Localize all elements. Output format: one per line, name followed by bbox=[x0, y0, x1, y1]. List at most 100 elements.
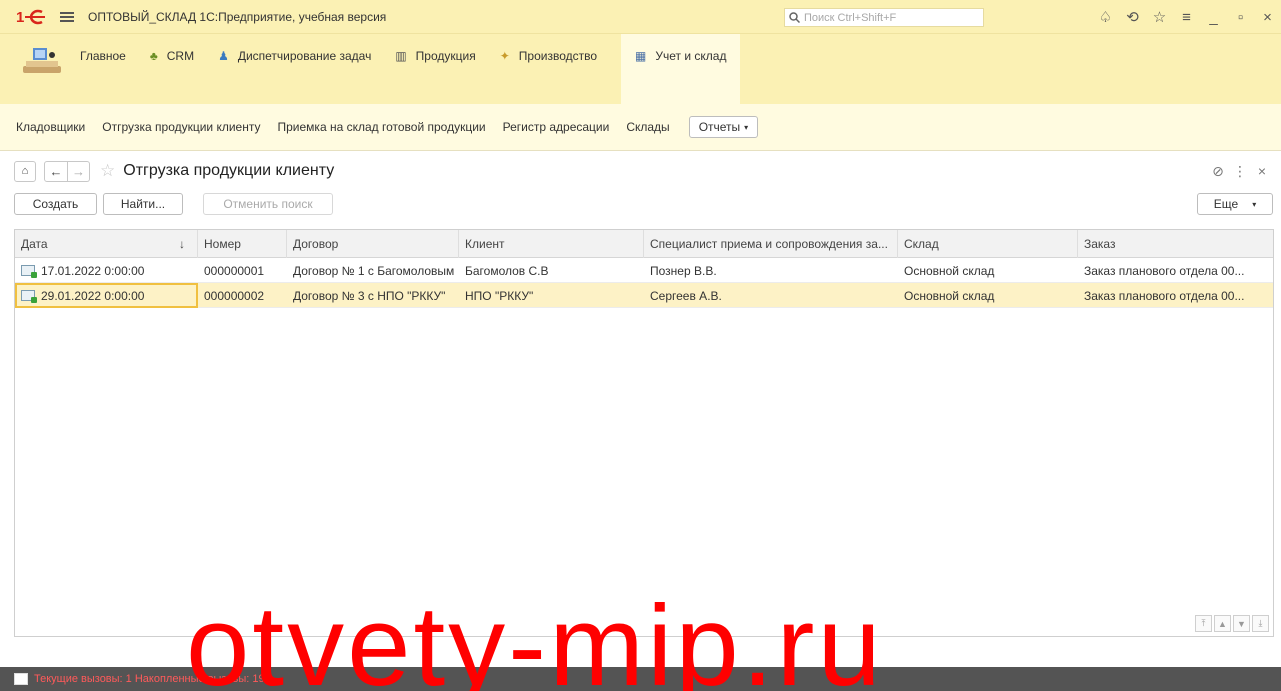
cell-specialist: Познер В.В. bbox=[650, 263, 717, 278]
history-icon[interactable]: ⟲ bbox=[1119, 8, 1146, 26]
scroll-bottom-icon[interactable]: ⤓ bbox=[1252, 615, 1269, 632]
sections-panel: Главное ♣ CRM ♟ Диспетчирование задач ▥ … bbox=[0, 34, 1281, 104]
column-header-date[interactable]: Дата ↓ bbox=[15, 230, 198, 258]
cell-client: НПО "РККУ" bbox=[465, 288, 534, 303]
close-icon[interactable]: × bbox=[1254, 9, 1281, 26]
section-products[interactable]: ▥ Продукция bbox=[395, 46, 475, 66]
section-label: Главное bbox=[80, 49, 126, 63]
scroll-up-icon[interactable]: ▲ bbox=[1214, 615, 1231, 632]
link-icon[interactable]: ⊘ bbox=[1207, 163, 1229, 180]
section-label: Учет и склад bbox=[655, 49, 727, 63]
table-row-selected[interactable]: 29.01.2022 0:00:00 000000002 Договор № 3… bbox=[15, 283, 1273, 308]
search-input[interactable] bbox=[804, 11, 974, 24]
section-crm[interactable]: ♣ CRM bbox=[150, 46, 194, 66]
section-label: Диспетчирование задач bbox=[237, 49, 372, 63]
table-icon: ▦ bbox=[635, 49, 647, 63]
watermark: otvety-mip.ru bbox=[186, 583, 884, 691]
section-label: CRM bbox=[166, 49, 195, 63]
search-icon bbox=[789, 12, 800, 23]
reports-button[interactable]: Отчеты ▾ bbox=[688, 116, 759, 138]
chevron-down-icon: ▾ bbox=[744, 122, 749, 132]
minimize-icon[interactable]: _ bbox=[1200, 9, 1227, 26]
cell-order: Заказ планового отдела 00... bbox=[1084, 288, 1245, 303]
func-address-register[interactable]: Регистр адресации bbox=[503, 120, 610, 134]
app-title: ОПТОВЫЙ_СКЛАД 1С:Предприятие, учебная ве… bbox=[88, 9, 387, 24]
home-desk-icon[interactable] bbox=[20, 46, 64, 76]
favorites-star-icon[interactable]: ☆ bbox=[1146, 8, 1173, 26]
document-posted-icon bbox=[21, 290, 37, 303]
column-header-client[interactable]: Клиент bbox=[459, 230, 644, 258]
back-button[interactable]: ← bbox=[44, 160, 68, 182]
home-button[interactable]: ⌂ bbox=[14, 160, 36, 182]
catalog-icon: ▥ bbox=[395, 49, 407, 63]
cell-contract: Договор № 3 с НПО "РККУ" bbox=[293, 288, 446, 303]
factory-icon: ✦ bbox=[499, 49, 510, 63]
cell-warehouse: Основной склад bbox=[904, 288, 995, 303]
table-header: Дата ↓ Номер Договор Клиент Специалист п… bbox=[15, 230, 1273, 258]
cell-contract: Договор № 1 с Багомоловым bbox=[293, 263, 455, 278]
table-row[interactable]: 17.01.2022 0:00:00 000000001 Договор № 1… bbox=[15, 258, 1273, 283]
section-accounting-warehouse[interactable]: ▦ Учет и склад bbox=[621, 34, 741, 104]
find-label: Найти... bbox=[120, 197, 166, 211]
close-form-icon[interactable]: × bbox=[1251, 163, 1273, 180]
scroll-top-icon[interactable]: ⤒ bbox=[1195, 615, 1212, 632]
scroll-down-icon[interactable]: ▼ bbox=[1233, 615, 1250, 632]
section-label: Производство bbox=[518, 49, 598, 63]
cell-specialist: Сергеев А.В. bbox=[650, 288, 722, 303]
scroll-controls: ⤒ ▲ ▼ ⤓ bbox=[1193, 615, 1269, 632]
arrow-left-icon: ← bbox=[49, 163, 63, 179]
section-task-dispatch[interactable]: ♟ Диспетчирование задач bbox=[218, 46, 371, 66]
restore-icon[interactable]: ▫ bbox=[1227, 9, 1254, 26]
column-header-contract[interactable]: Договор bbox=[287, 230, 459, 258]
title-bar: 1 ОПТОВЫЙ_СКЛАД 1С:Предприятие, учебная … bbox=[0, 0, 1281, 34]
cell-number: 000000002 bbox=[204, 288, 265, 303]
reports-label: Отчеты bbox=[698, 120, 741, 134]
main-menu-icon[interactable] bbox=[60, 10, 74, 24]
arrow-right-icon: → bbox=[72, 163, 85, 179]
cell-date: 17.01.2022 0:00:00 bbox=[15, 258, 198, 283]
chevron-down-icon: ▾ bbox=[1252, 199, 1257, 209]
cell-client: Багомолов С.В bbox=[465, 263, 549, 278]
home-icon: ⌂ bbox=[21, 165, 29, 177]
favorite-star-icon[interactable]: ☆ bbox=[100, 161, 115, 181]
command-bar: Создать Найти... Отменить поиск Еще ▾ bbox=[0, 191, 1281, 221]
create-label: Создать bbox=[32, 197, 79, 211]
documents-table: Дата ↓ Номер Договор Клиент Специалист п… bbox=[14, 229, 1274, 637]
more-vertical-icon[interactable]: ⋮ bbox=[1229, 163, 1251, 180]
users-icon: ♟ bbox=[218, 49, 229, 63]
section-main[interactable]: Главное bbox=[80, 46, 126, 66]
forward-button[interactable]: → bbox=[68, 160, 90, 182]
windows-icon[interactable] bbox=[14, 673, 28, 685]
sort-desc-icon: ↓ bbox=[179, 237, 185, 251]
func-warehouses[interactable]: Склады bbox=[626, 120, 669, 134]
column-header-number[interactable]: Номер bbox=[198, 230, 287, 258]
section-production[interactable]: ✦ Производство bbox=[500, 46, 597, 66]
form-title: Отгрузка продукции клиенту bbox=[123, 162, 335, 179]
svg-text:1: 1 bbox=[16, 9, 24, 25]
1c-logo: 1 bbox=[16, 8, 46, 26]
app-window: 1 ОПТОВЫЙ_СКЛАД 1С:Предприятие, учебная … bbox=[0, 0, 1281, 691]
functions-panel: Кладовщики Отгрузка продукции клиенту Пр… bbox=[0, 104, 1281, 151]
menu-lines-icon[interactable]: ≡ bbox=[1173, 9, 1200, 26]
global-search[interactable] bbox=[784, 8, 984, 27]
cancel-search-button[interactable]: Отменить поиск bbox=[203, 193, 333, 215]
form-header: ⌂ ← → ☆ Отгрузка продукции клиенту ⊘ ⋮ × bbox=[0, 151, 1281, 191]
func-storekeepers[interactable]: Кладовщики bbox=[16, 120, 85, 134]
create-button[interactable]: Создать bbox=[14, 193, 97, 215]
people-icon: ♣ bbox=[149, 49, 158, 63]
cell-number: 000000001 bbox=[204, 263, 265, 278]
bell-icon[interactable]: ♤ bbox=[1092, 8, 1119, 26]
document-posted-icon bbox=[21, 265, 37, 278]
column-header-specialist[interactable]: Специалист приема и сопровождения за... bbox=[644, 230, 898, 258]
more-button[interactable]: Еще ▾ bbox=[1197, 193, 1273, 215]
column-header-warehouse[interactable]: Склад bbox=[898, 230, 1078, 258]
find-button[interactable]: Найти... bbox=[103, 193, 183, 215]
column-header-order[interactable]: Заказ bbox=[1078, 230, 1273, 258]
cell-date: 29.01.2022 0:00:00 bbox=[15, 283, 198, 308]
cell-order: Заказ планового отдела 00... bbox=[1084, 263, 1245, 278]
cell-warehouse: Основной склад bbox=[904, 263, 995, 278]
more-label: Еще bbox=[1213, 197, 1239, 211]
func-shipment[interactable]: Отгрузка продукции клиенту bbox=[102, 120, 260, 134]
func-receipt[interactable]: Приемка на склад готовой продукции bbox=[278, 120, 486, 134]
cancel-search-label: Отменить поиск bbox=[223, 197, 313, 211]
